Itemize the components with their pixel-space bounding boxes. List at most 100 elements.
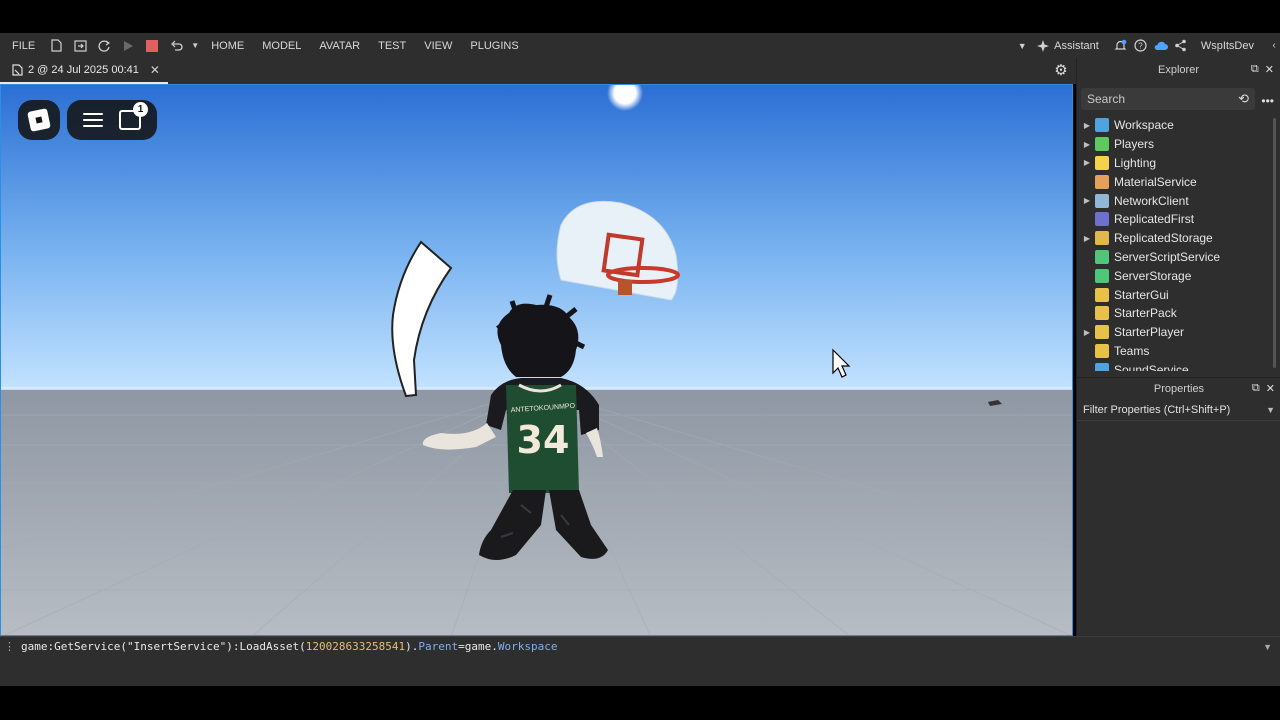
- explorer-close-icon[interactable]: ✕: [1265, 63, 1274, 76]
- notifications-icon[interactable]: [1111, 33, 1131, 58]
- help-icon[interactable]: ?: [1131, 33, 1151, 58]
- expand-arrow-icon[interactable]: ▶: [1077, 121, 1093, 130]
- properties-popout-icon[interactable]: ⧉: [1252, 382, 1260, 395]
- document-tab-bar: 2 @ 24 Jul 2025 00:41 ✕ ⚙: [0, 58, 1076, 84]
- explorer-item-label: ReplicatedStorage: [1114, 231, 1213, 246]
- svg-text:?: ?: [1139, 42, 1144, 51]
- explorer-item-replicatedstorage[interactable]: ▶ ReplicatedStorage: [1077, 229, 1267, 248]
- materialservice-service-icon: [1095, 174, 1109, 189]
- publish-icon[interactable]: [68, 33, 92, 58]
- close-tab-icon[interactable]: ✕: [150, 63, 160, 77]
- explorer-item-label: MaterialService: [1114, 174, 1197, 189]
- expand-arrow-icon[interactable]: ▶: [1077, 196, 1093, 205]
- properties-filter[interactable]: Filter Properties (Ctrl+Shift+P) ▼: [1077, 399, 1280, 421]
- replicatedfirst-service-icon: [1095, 212, 1109, 227]
- redo-icon[interactable]: [92, 33, 116, 58]
- file-menu[interactable]: FILE: [0, 33, 44, 58]
- starterplayer-service-icon: [1095, 325, 1109, 340]
- tab-test[interactable]: TEST: [369, 33, 415, 58]
- explorer-item-starterplayer[interactable]: ▶ StarterPlayer: [1077, 323, 1267, 342]
- search-history-icon[interactable]: ⟲: [1238, 91, 1249, 107]
- explorer-item-teams[interactable]: Teams: [1077, 342, 1267, 361]
- share-icon[interactable]: [1171, 33, 1191, 58]
- explorer-item-label: StarterPack: [1114, 306, 1177, 321]
- properties-filter-input[interactable]: Filter Properties (Ctrl+Shift+P): [1083, 404, 1230, 416]
- teams-service-icon: [1095, 343, 1109, 358]
- undo-icon[interactable]: [164, 33, 188, 58]
- command-text-2: ).: [405, 640, 419, 653]
- explorer-item-networkclient[interactable]: ▶ NetworkClient: [1077, 191, 1267, 210]
- explorer-search-input[interactable]: [1087, 92, 1235, 106]
- properties-close-icon[interactable]: ✕: [1266, 382, 1275, 395]
- chat-notification-badge: 1: [133, 102, 148, 117]
- explorer-item-label: ReplicatedFirst: [1114, 212, 1195, 227]
- expand-arrow-icon[interactable]: ▶: [1077, 140, 1093, 149]
- user-account-button[interactable]: WspItsDev: [1191, 33, 1268, 58]
- tab-plugins[interactable]: PLUGINS: [461, 33, 527, 58]
- tab-model[interactable]: MODEL: [253, 33, 310, 58]
- command-text-3: =game.: [458, 640, 498, 653]
- explorer-item-players[interactable]: ▶ Players: [1077, 135, 1267, 154]
- replicatedstorage-service-icon: [1095, 231, 1109, 246]
- workspace-service-icon: [1095, 118, 1109, 133]
- collapse-ribbon-icon[interactable]: ▼: [1010, 33, 1034, 58]
- command-workspace-keyword: Workspace: [497, 640, 558, 653]
- command-parent-keyword: Parent: [418, 640, 459, 653]
- filter-dropdown-icon[interactable]: ▼: [1266, 405, 1275, 415]
- explorer-item-label: Players: [1114, 137, 1155, 152]
- assistant-icon[interactable]: [1034, 33, 1052, 58]
- explorer-item-label: ServerStorage: [1114, 268, 1192, 283]
- command-asset-id: 120028633258541: [305, 640, 406, 653]
- explorer-item-workspace[interactable]: ▶ Workspace: [1077, 116, 1267, 135]
- explorer-item-label: NetworkClient: [1114, 193, 1189, 208]
- expand-arrow-icon[interactable]: ▶: [1077, 328, 1093, 337]
- explorer-item-label: Workspace: [1114, 118, 1174, 133]
- explorer-more-icon[interactable]: •••: [1261, 94, 1274, 108]
- stop-icon[interactable]: [140, 33, 164, 58]
- document-tab[interactable]: 2 @ 24 Jul 2025 00:41 ✕: [0, 58, 168, 84]
- explorer-item-lighting[interactable]: ▶ Lighting: [1077, 154, 1267, 173]
- tab-view[interactable]: VIEW: [415, 33, 461, 58]
- explorer-scrollbar[interactable]: [1273, 118, 1276, 368]
- command-history-dropdown-icon[interactable]: ▼: [1263, 642, 1272, 652]
- account-dropdown-icon[interactable]: ‹: [1268, 33, 1280, 58]
- explorer-item-serverstorage[interactable]: ServerStorage: [1077, 266, 1267, 285]
- hamburger-menu-icon[interactable]: [83, 113, 103, 127]
- right-panel: Explorer ⧉ ✕ ⟲ ••• ▶ Workspace ▶ Players ▶ Li…: [1076, 58, 1280, 636]
- expand-arrow-icon[interactable]: ▶: [1077, 158, 1093, 167]
- chat-icon[interactable]: 1: [119, 102, 148, 130]
- explorer-item-label: ServerScriptService: [1114, 249, 1221, 264]
- assistant-button[interactable]: Assistant: [1052, 33, 1111, 58]
- letterbox-top: [0, 0, 1280, 33]
- tab-home[interactable]: HOME: [202, 33, 253, 58]
- play-icon[interactable]: [116, 33, 140, 58]
- serverstorage-service-icon: [1095, 268, 1109, 283]
- properties-header: Properties ⧉ ✕: [1077, 377, 1280, 399]
- explorer-item-serverscriptservice[interactable]: ServerScriptService: [1077, 248, 1267, 267]
- cloud-icon[interactable]: [1151, 33, 1171, 58]
- new-file-icon[interactable]: [44, 33, 68, 58]
- command-text-1: game:GetService("InsertService"):LoadAss…: [21, 640, 306, 653]
- viewport-settings-icon[interactable]: ⚙: [1052, 62, 1070, 80]
- script-document-icon: [12, 64, 23, 76]
- explorer-item-materialservice[interactable]: MaterialService: [1077, 172, 1267, 191]
- explorer-item-starterpack[interactable]: StarterPack: [1077, 304, 1267, 323]
- explorer-tree: ▶ Workspace ▶ Players ▶ Lighting MaterialServi…: [1077, 116, 1267, 371]
- tab-avatar[interactable]: AVATAR: [310, 33, 369, 58]
- status-bar: [0, 656, 1280, 686]
- explorer-popout-icon[interactable]: ⧉: [1251, 63, 1259, 76]
- undo-dropdown-icon[interactable]: ▼: [188, 33, 202, 58]
- explorer-title: Explorer: [1158, 64, 1199, 76]
- explorer-search-box: ⟲: [1081, 88, 1255, 110]
- 3d-viewport[interactable]: ANTETOKOUNMPO 34 1: [0, 84, 1073, 636]
- explorer-item-label: StarterGui: [1114, 287, 1169, 302]
- expand-arrow-icon[interactable]: ▶: [1077, 234, 1093, 243]
- explorer-item-soundservice[interactable]: SoundService: [1077, 360, 1267, 371]
- scene-render: ANTETOKOUNMPO 34: [1, 85, 1072, 635]
- networkclient-service-icon: [1095, 193, 1109, 208]
- explorer-item-replicatedfirst[interactable]: ReplicatedFirst: [1077, 210, 1267, 229]
- roblox-menu-button[interactable]: [18, 100, 60, 140]
- explorer-item-label: SoundService: [1114, 362, 1189, 371]
- explorer-item-startergui[interactable]: StarterGui: [1077, 285, 1267, 304]
- command-bar[interactable]: ⋮ game:GetService("InsertService"):LoadA…: [0, 636, 1280, 656]
